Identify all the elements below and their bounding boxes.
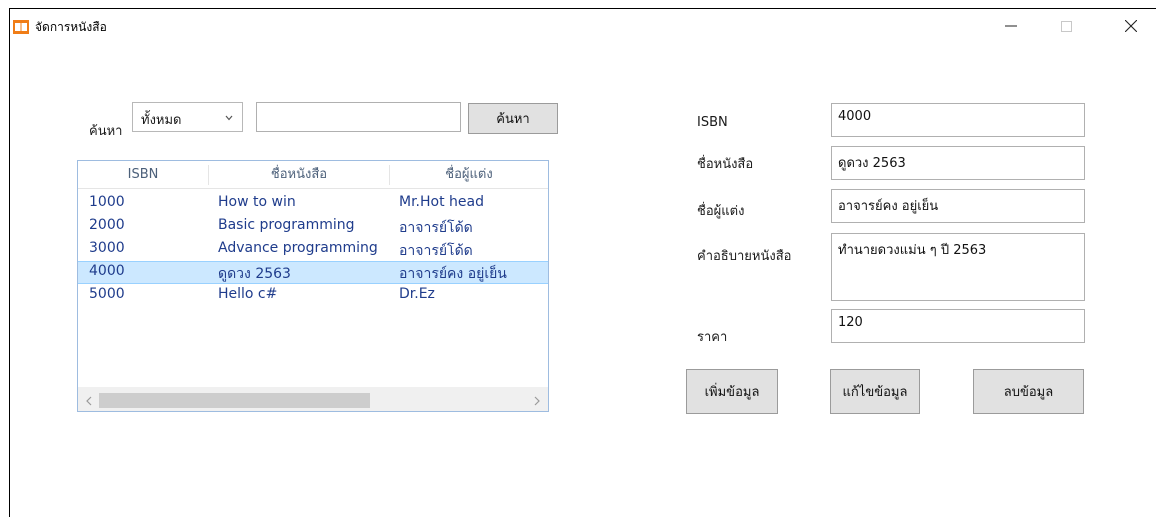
column-header-isbn[interactable]: ISBN	[78, 161, 208, 188]
window-title: จัดการหนังสือ	[35, 20, 107, 34]
price-label: ราคา	[697, 330, 728, 345]
search-input[interactable]	[256, 102, 461, 132]
cell-author: Dr.Ez	[399, 286, 435, 302]
book-list-header: ISBN ชื่อหนังสือ ชื่อผู้แต่ง	[78, 161, 548, 189]
delete-button[interactable]: ลบข้อมูล	[973, 369, 1084, 414]
close-button[interactable]	[1108, 13, 1154, 39]
table-row[interactable]: 2000 Basic programming อาจารย์โด้ด	[78, 215, 548, 238]
book-list[interactable]: ISBN ชื่อหนังสือ ชื่อผู้แต่ง 1000 How to…	[77, 160, 549, 412]
table-row-selected[interactable]: 4000 ดูดวง 2563 อาจารย์คง อยู่เย็น	[78, 261, 548, 284]
table-row[interactable]: 1000 How to win Mr.Hot head	[78, 192, 548, 215]
cell-author: Mr.Hot head	[399, 194, 484, 210]
minimize-button[interactable]	[988, 13, 1034, 39]
chevron-right-icon[interactable]	[530, 393, 544, 407]
book-icon	[13, 19, 29, 34]
column-header-author[interactable]: ชื่อผู้แต่ง	[390, 161, 548, 188]
add-button[interactable]: เพิ่มข้อมูล	[686, 369, 778, 414]
cell-isbn: 5000	[89, 286, 125, 302]
column-header-title[interactable]: ชื่อหนังสือ	[209, 161, 389, 188]
title-label: ชื่อหนังสือ	[697, 157, 754, 172]
scrollbar-thumb[interactable]	[99, 393, 370, 408]
cell-title: Hello c#	[218, 286, 278, 302]
cell-isbn: 2000	[89, 217, 125, 233]
search-label: ค้นหา	[89, 124, 123, 139]
cell-author: อาจารย์โด้ด	[399, 220, 473, 236]
app-window: จัดการหนังสือ ค้นหา ทั้งหมด ค้นหา ISBN ช…	[9, 8, 1156, 517]
maximize-icon	[1060, 17, 1072, 36]
isbn-field[interactable]: 4000	[831, 103, 1085, 137]
edit-button[interactable]: แก้ไขข้อมูล	[830, 369, 920, 414]
cell-isbn: 1000	[89, 194, 125, 210]
description-field[interactable]: ทำนายดวงแม่น ๆ ปี 2563	[831, 233, 1085, 301]
price-field[interactable]: 120	[831, 309, 1085, 343]
cell-author: อาจารย์โด้ด	[399, 243, 473, 259]
filter-dropdown[interactable]: ทั้งหมด	[132, 102, 243, 132]
table-row[interactable]: 3000 Advance programming อาจารย์โด้ด	[78, 238, 548, 261]
maximize-button[interactable]	[1043, 13, 1089, 39]
cell-title: Basic programming	[218, 217, 355, 233]
chevron-down-icon	[224, 112, 234, 122]
minimize-icon	[1005, 17, 1017, 36]
cell-isbn: 4000	[89, 263, 125, 279]
cell-title: Advance programming	[218, 240, 378, 256]
cell-isbn: 3000	[89, 240, 125, 256]
cell-title: ดูดวง 2563	[218, 266, 291, 282]
chevron-left-icon[interactable]	[82, 393, 96, 407]
table-row[interactable]: 5000 Hello c# Dr.Ez	[78, 284, 548, 307]
filter-selected-value: ทั้งหมด	[141, 113, 182, 128]
close-icon	[1124, 17, 1138, 36]
horizontal-scrollbar[interactable]	[78, 387, 548, 411]
description-label: คำอธิบายหนังสือ	[697, 249, 792, 264]
isbn-label: ISBN	[697, 115, 728, 130]
title-field[interactable]: ดูดวง 2563	[831, 146, 1085, 180]
search-button[interactable]: ค้นหา	[468, 103, 558, 134]
cell-title: How to win	[218, 194, 296, 210]
author-label: ชื่อผู้แต่ง	[697, 204, 745, 219]
cell-author: อาจารย์คง อยู่เย็น	[399, 266, 507, 282]
title-bar: จัดการหนังสือ	[10, 9, 1156, 43]
author-field[interactable]: อาจารย์คง อยู่เย็น	[831, 189, 1085, 223]
